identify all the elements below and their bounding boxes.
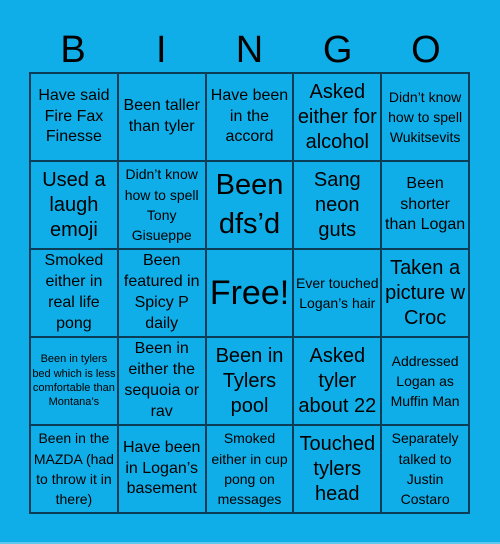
bingo-cell-r2c2[interactable]: Didn’t know how to spell Tony Gisueppe <box>117 161 206 249</box>
bingo-cell-r4c3[interactable]: Been in Tylers pool <box>205 337 294 425</box>
bingo-cell-r2c4[interactable]: Sang neon guts <box>293 161 382 249</box>
cell-text: Touched tylers head <box>299 432 376 505</box>
cell-text: Been in either the sequoia or rav <box>124 340 200 420</box>
bingo-cell-r1c3[interactable]: Have been in the accord <box>205 73 294 161</box>
cell-text: Taken a picture w Croc <box>385 256 466 329</box>
bingo-cell-r1c5[interactable]: Didn’t know how to spell Wukitsevits <box>381 73 469 161</box>
cell-text: Smoked either in real life pong <box>44 252 104 332</box>
cell-text: Have been in the accord <box>210 86 289 146</box>
cell-text: Been featured in Spicy P daily <box>123 252 200 332</box>
bingo-cell-r5c5[interactable]: Separately talked to Justin Costaro <box>381 425 469 513</box>
cell-text: Didn’t know how to spell Wukitsevits <box>388 88 463 146</box>
cell-text: Been dfs’d <box>215 168 284 240</box>
header-letter-b: B <box>60 29 86 71</box>
cell-text: Separately talked to Justin Costaro <box>391 430 459 508</box>
cell-text: Ever touched Logan’s hair <box>296 274 379 311</box>
bingo-cell-r5c1[interactable]: Been in the MAZDA (had to throw it in th… <box>30 425 118 513</box>
cell-text: Asked tyler about 22 <box>298 344 377 417</box>
bingo-cell-r2c5[interactable]: Been shorter than Logan <box>381 161 469 249</box>
bingo-header: B I N G O <box>29 30 470 70</box>
bingo-cell-r1c2[interactable]: Been taller than tyler <box>117 73 206 161</box>
cell-text: Smoked either in cup pong on messages <box>211 430 288 508</box>
bingo-cell-r3c2[interactable]: Been featured in Spicy P daily <box>117 249 206 337</box>
bingo-cell-free[interactable]: Free! <box>205 249 294 337</box>
cell-text: Addressed Logan as Muffin Man <box>390 352 460 410</box>
bingo-cell-r2c1[interactable]: Used a laugh emoji <box>30 161 118 249</box>
bingo-cell-r1c4[interactable]: Asked either for alcohol <box>293 73 382 161</box>
cell-text: Been in Tylers pool <box>215 344 284 417</box>
bingo-cell-r3c1[interactable]: Smoked either in real life pong <box>30 249 118 337</box>
cell-text: Used a laugh emoji <box>42 168 106 241</box>
bingo-cell-r5c2[interactable]: Have been in Logan’s basement <box>117 425 206 513</box>
bingo-cell-r4c5[interactable]: Addressed Logan as Muffin Man <box>381 337 469 425</box>
bingo-board: Have said Fire Fax Finesse Been taller t… <box>29 72 470 514</box>
cell-text: Been in the MAZDA (had to throw it in th… <box>33 430 114 508</box>
cell-text: Been shorter than Logan <box>385 174 466 234</box>
cell-text: Sang neon guts <box>313 168 361 241</box>
cell-text: Been in tylers bed which is less comfort… <box>32 353 116 409</box>
bingo-cell-r5c4[interactable]: Touched tylers head <box>293 425 382 513</box>
bingo-cell-r4c2[interactable]: Been in either the sequoia or rav <box>117 337 206 425</box>
bingo-cell-r4c4[interactable]: Asked tyler about 22 <box>293 337 382 425</box>
bingo-cell-r5c3[interactable]: Smoked either in cup pong on messages <box>205 425 294 513</box>
free-space-text: Free! <box>209 273 290 312</box>
bingo-cell-r3c4[interactable]: Ever touched Logan’s hair <box>293 249 382 337</box>
header-letter-i: I <box>156 29 167 71</box>
bingo-cell-r1c1[interactable]: Have said Fire Fax Finesse <box>30 73 118 161</box>
bingo-cell-r3c5[interactable]: Taken a picture w Croc <box>381 249 469 337</box>
cell-text: Asked either for alcohol <box>297 80 377 153</box>
bingo-cell-r4c1[interactable]: Been in tylers bed which is less comfort… <box>30 337 118 425</box>
cell-text: Didn’t know how to spell Tony Gisueppe <box>124 166 199 244</box>
cell-text: Have been in Logan’s basement <box>123 438 201 498</box>
bingo-cell-r2c3[interactable]: Been dfs’d <box>205 161 294 249</box>
cell-text: Been taller than tyler <box>123 97 200 135</box>
header-letter-n: N <box>235 29 264 71</box>
header-letter-g: G <box>322 29 353 71</box>
cell-text: Have said Fire Fax Finesse <box>38 86 110 146</box>
header-letter-o: O <box>411 29 441 71</box>
